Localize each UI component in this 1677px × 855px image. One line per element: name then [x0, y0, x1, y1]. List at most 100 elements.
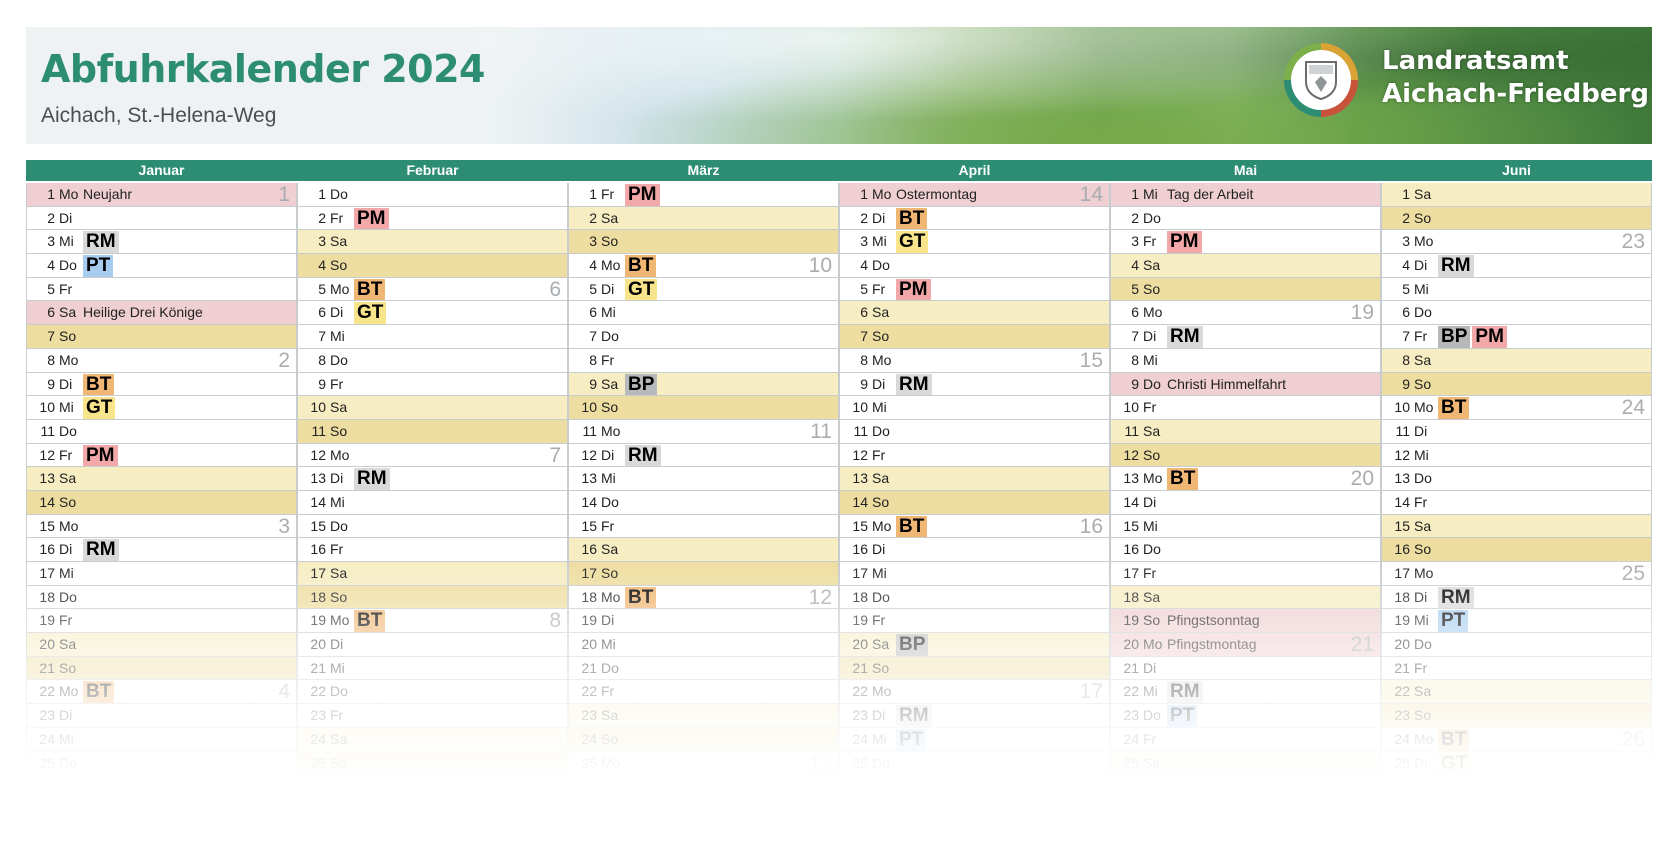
- day-row: 13 Do: [1381, 467, 1652, 491]
- weekday-label: Fr: [330, 541, 344, 558]
- day-row: 9 Fr: [297, 372, 568, 397]
- day-row: 19 Di: [568, 609, 839, 634]
- day-number: 23: [581, 707, 597, 724]
- week-number: 26: [1621, 727, 1645, 751]
- weekday-label: Mo: [601, 257, 621, 274]
- day-number: 24: [581, 730, 597, 747]
- weekday-label: Di: [1414, 754, 1428, 771]
- holiday-label: Pfingstsonntag: [1167, 612, 1260, 629]
- day-row: 8 Mo 2: [26, 348, 297, 373]
- day-number: 21: [581, 659, 597, 676]
- day-number: 19: [39, 612, 55, 629]
- day-row: 19 Mi PT: [1381, 609, 1652, 634]
- day-number: 21: [39, 659, 55, 676]
- weekday-label: Mi: [872, 730, 887, 747]
- weekday-label: Do: [330, 517, 348, 534]
- day-number: 20: [310, 636, 326, 653]
- weekday-label: Di: [330, 304, 344, 321]
- day-row: 9 So: [1381, 372, 1652, 397]
- day-row: 25 Do: [26, 751, 297, 776]
- weekday-label: Mi: [330, 328, 345, 345]
- pickup-badge: PM: [83, 444, 118, 467]
- coat-of-arms-icon: [1284, 43, 1358, 117]
- weekday-label: Mi: [330, 493, 345, 510]
- pickup-badge: BT: [1438, 728, 1470, 751]
- weekday-label: Di: [1414, 588, 1428, 605]
- weekday-label: Mi: [601, 304, 616, 321]
- weekday-label: Di: [872, 541, 886, 558]
- day-row: 2 Fr PM: [297, 206, 568, 231]
- day-row: 12 So: [1110, 443, 1381, 468]
- day-number: 22: [1123, 683, 1139, 700]
- pickup-badge: RM: [1438, 255, 1474, 277]
- weekday-label: Do: [59, 588, 77, 605]
- day-row: 13 Di RM: [297, 467, 568, 491]
- day-row: 10 Mi: [839, 396, 1110, 420]
- day-row: 8 Mi: [1110, 348, 1381, 373]
- day-number: 5: [589, 280, 597, 297]
- day-number: 20: [581, 636, 597, 653]
- weekday-label: Mi: [1143, 351, 1158, 368]
- month-header: Februar: [297, 160, 568, 181]
- weekday-label: Do: [601, 328, 619, 345]
- day-number: 13: [310, 470, 326, 487]
- day-row: 7 Di RM: [1110, 325, 1381, 349]
- weekday-label: Di: [1143, 659, 1157, 676]
- weekday-label: Fr: [1143, 730, 1157, 747]
- weekday-label: So: [872, 328, 890, 345]
- day-number: 6: [1402, 304, 1410, 321]
- day-number: 8: [589, 351, 597, 368]
- month-column: April 1 Mo Ostermontag 14 2 Di BT 3 Mi GT 4 Do 5 Fr PM 6…: [839, 160, 1110, 820]
- day-number: 19: [1123, 612, 1139, 629]
- day-number: 17: [1123, 565, 1139, 581]
- day-number: 16: [310, 541, 326, 558]
- weekday-label: So: [59, 659, 77, 676]
- day-row: 18 Do: [26, 585, 297, 610]
- day-row: 12 Mo 7: [297, 443, 568, 468]
- day-row: 17 So: [568, 562, 839, 586]
- pickup-badge: PM: [1472, 326, 1507, 348]
- day-row: 11 So: [297, 419, 568, 444]
- weekday-label: Do: [872, 257, 890, 274]
- day-row: 25 Do: [839, 751, 1110, 776]
- day-number: 22: [1394, 683, 1410, 700]
- weekday-label: Mi: [872, 565, 887, 581]
- weekday-label: Di: [872, 375, 886, 392]
- day-number: 12: [581, 446, 597, 463]
- day-number: 2: [318, 209, 326, 226]
- week-number: 7: [549, 443, 561, 467]
- day-row: 13 Mo BT 20: [1110, 467, 1381, 491]
- weekday-label: Mo: [1414, 399, 1434, 416]
- weekday-label: Mi: [1143, 683, 1158, 700]
- day-number: 14: [310, 493, 326, 510]
- pickup-badge: RM: [83, 231, 119, 254]
- day-number: 20: [852, 636, 868, 653]
- pickup-badge: GT: [1438, 752, 1471, 775]
- day-number: 16: [581, 541, 597, 558]
- weekday-label: Mi: [872, 399, 887, 416]
- week-number: 15: [1079, 348, 1103, 372]
- week-number: 10: [808, 254, 832, 278]
- weekday-label: Fr: [1414, 493, 1428, 510]
- day-number: 10: [1123, 399, 1139, 416]
- day-number: 13: [1123, 470, 1139, 487]
- day-row: 20 Mo Pfingstmontag 21: [1110, 633, 1381, 657]
- weekday-label: Mo: [59, 517, 79, 534]
- weekday-label: Sa: [872, 636, 890, 653]
- day-row: 7 So: [26, 325, 297, 349]
- weekday-label: Mo: [601, 422, 621, 439]
- day-number: 11: [1395, 422, 1410, 439]
- day-number: 11: [40, 422, 55, 439]
- weekday-label: Mo: [330, 446, 350, 463]
- day-row: 2 Di: [26, 206, 297, 231]
- pickup-badge: PT: [896, 728, 927, 751]
- day-number: 23: [310, 707, 326, 724]
- day-row: 23 Sa: [568, 704, 839, 728]
- day-row: 6 Sa: [839, 301, 1110, 326]
- weekday-label: Fr: [872, 280, 886, 297]
- day-row: 20 Do: [1381, 633, 1652, 657]
- day-row: 14 So: [26, 490, 297, 515]
- day-number: 22: [39, 683, 55, 700]
- day-row: 22 Mo BT 4: [26, 680, 297, 705]
- day-row: 18 Di RM: [1381, 585, 1652, 610]
